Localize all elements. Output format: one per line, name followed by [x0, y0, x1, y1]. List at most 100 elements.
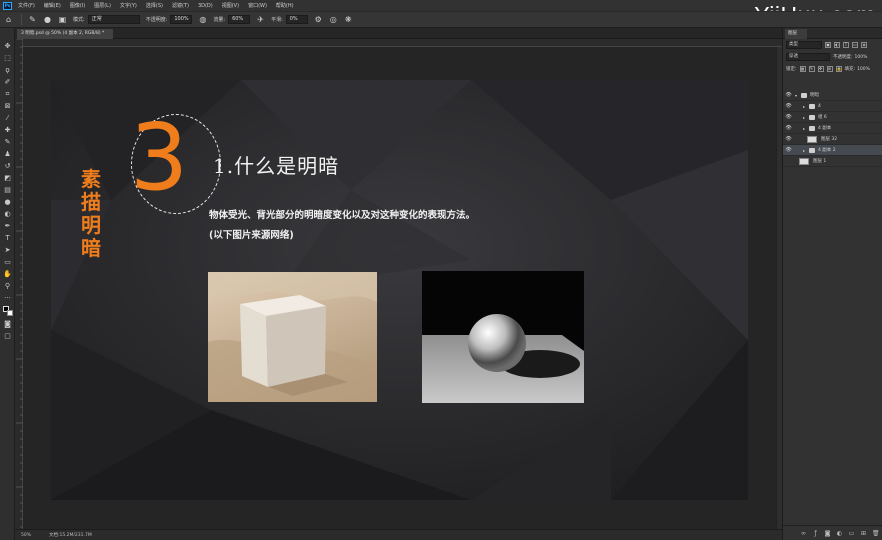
- zoom-icon[interactable]: ⚲: [3, 282, 12, 291]
- ps-logo-icon[interactable]: Ps: [3, 1, 12, 10]
- frame-icon[interactable]: ⊠: [3, 102, 12, 111]
- visibility-eye-icon[interactable]: 👁: [785, 134, 792, 145]
- layer-row[interactable]: 👁 ▸ 4 副本: [783, 123, 882, 134]
- delete-layer-icon[interactable]: 🗑: [872, 530, 880, 537]
- layer-style-icon[interactable]: ƒ: [812, 530, 819, 537]
- visibility-eye-icon[interactable]: 👁: [785, 145, 792, 156]
- visibility-eye-icon[interactable]: 👁: [785, 101, 792, 112]
- fill-value[interactable]: 100%: [857, 67, 870, 72]
- horizontal-ruler[interactable]: [22, 39, 782, 54]
- vertical-ruler[interactable]: [15, 38, 23, 529]
- expand-arrow-icon[interactable]: ▸: [803, 112, 805, 123]
- blend-row: 穿透 不透明度: 100%: [783, 51, 882, 63]
- brush-panel-icon[interactable]: ▣: [58, 15, 67, 24]
- menu-filter[interactable]: 滤镜(T): [172, 2, 189, 9]
- new-group-icon[interactable]: ▭: [848, 530, 855, 537]
- symmetry-icon[interactable]: ❋: [344, 15, 353, 24]
- type-icon[interactable]: T: [3, 234, 12, 243]
- quick-select-icon[interactable]: ✐: [3, 78, 12, 87]
- healing-icon[interactable]: ✚: [3, 126, 12, 135]
- flow-field[interactable]: 60%: [228, 15, 251, 24]
- visibility-eye-icon[interactable]: 👁: [785, 90, 792, 101]
- visibility-eye-icon[interactable]: 👁: [785, 112, 792, 123]
- menu-layer[interactable]: 图层(L): [94, 2, 111, 9]
- link-layers-icon[interactable]: ∞: [800, 530, 807, 537]
- menu-3d[interactable]: 3D(D): [198, 3, 213, 9]
- expand-arrow-icon[interactable]: ▸: [803, 123, 805, 134]
- smart-filter-icon[interactable]: ◈: [861, 42, 867, 48]
- lock-artboard-icon[interactable]: ⊞: [826, 66, 833, 72]
- menu-file[interactable]: 文件(F): [18, 2, 35, 9]
- screen-mode-icon[interactable]: ▢: [3, 332, 12, 341]
- canvas-area[interactable]: 3 素描明暗 1.什么是明暗 物体受光、背光部分的明暗度变化以及对这种变化的表现…: [23, 47, 782, 529]
- menu-window[interactable]: 窗口(W): [248, 2, 267, 9]
- path-select-icon[interactable]: ➤: [3, 246, 12, 255]
- menu-type[interactable]: 文字(Y): [120, 2, 137, 9]
- menu-image[interactable]: 图像(I): [70, 2, 85, 9]
- menu-edit[interactable]: 编辑(E): [44, 2, 61, 9]
- menu-view[interactable]: 视图(V): [222, 2, 239, 9]
- document-info[interactable]: 文档:15.2M/231.7M: [49, 530, 92, 540]
- stamp-icon[interactable]: ♟: [3, 150, 12, 159]
- adjustment-layer-icon[interactable]: ◐: [836, 530, 843, 537]
- pressure-size-icon[interactable]: ◎: [329, 15, 338, 24]
- dodge-icon[interactable]: ◐: [3, 210, 12, 219]
- type-filter-icon[interactable]: T: [843, 42, 849, 48]
- pen-icon[interactable]: ✒: [3, 222, 12, 231]
- document-tab[interactable]: 3 明暗.psd @ 50% (4 副本 2, RGB/8) *: [17, 29, 113, 39]
- pressure-opacity-icon[interactable]: ◍: [198, 15, 207, 24]
- layer-row[interactable]: 👁 图层 32: [783, 134, 882, 145]
- brush-preset-icon[interactable]: ✎: [28, 15, 37, 24]
- blend-mode-select[interactable]: 穿透: [786, 53, 830, 61]
- hand-icon[interactable]: ✋: [3, 270, 12, 279]
- marquee-icon[interactable]: ⬚: [3, 54, 12, 63]
- opacity-field[interactable]: 100%: [170, 15, 193, 24]
- history-brush-icon[interactable]: ↺: [3, 162, 12, 171]
- tab-layers[interactable]: 图层: [785, 29, 807, 39]
- layer-name: 4 副本: [818, 126, 832, 131]
- move-icon[interactable]: ✥: [3, 42, 12, 51]
- layer-row[interactable]: 👁 ▾ 明暗: [783, 90, 882, 101]
- color-swatch-icon[interactable]: [3, 306, 13, 316]
- slide-artboard[interactable]: 3 素描明暗 1.什么是明暗 物体受光、背光部分的明暗度变化以及对这种变化的表现…: [51, 80, 748, 500]
- mode-select[interactable]: 正常: [87, 15, 140, 24]
- layer-mask-icon[interactable]: ◙: [824, 530, 831, 537]
- layer-row[interactable]: 图层 1: [783, 156, 882, 167]
- zoom-level[interactable]: 50%: [21, 530, 31, 540]
- layer-row[interactable]: 👁 ▸ 组 6: [783, 112, 882, 123]
- expand-arrow-icon[interactable]: ▸: [803, 145, 805, 156]
- gradient-icon[interactable]: ▤: [3, 186, 12, 195]
- layer-name: 图层 32: [821, 137, 838, 142]
- shape-filter-icon[interactable]: ▭: [852, 42, 858, 48]
- quick-mask-icon[interactable]: ◙: [3, 320, 12, 329]
- lock-move-icon[interactable]: ✥: [817, 66, 824, 72]
- airbrush-icon[interactable]: ✈: [256, 15, 265, 24]
- smooth-field[interactable]: 0%: [285, 15, 308, 24]
- adjustment-filter-icon[interactable]: ◐: [834, 42, 840, 48]
- layer-opacity-value[interactable]: 100%: [855, 55, 868, 60]
- lock-paint-icon[interactable]: ✎: [808, 66, 815, 72]
- more-icon[interactable]: ···: [3, 294, 12, 303]
- visibility-eye-icon[interactable]: 👁: [785, 123, 792, 134]
- home-icon[interactable]: ⌂: [4, 15, 13, 24]
- pixel-filter-icon[interactable]: ▣: [825, 42, 831, 48]
- eyedropper-icon[interactable]: ⁄: [3, 114, 12, 123]
- crop-icon[interactable]: ⌗: [3, 90, 12, 99]
- shape-icon[interactable]: ▭: [3, 258, 12, 267]
- lock-pixels-icon[interactable]: ▦: [799, 66, 806, 72]
- expand-arrow-icon[interactable]: ▾: [795, 90, 797, 101]
- kind-filter-select[interactable]: 类型: [786, 41, 822, 49]
- expand-arrow-icon[interactable]: ▸: [803, 101, 805, 112]
- menu-select[interactable]: 选择(S): [146, 2, 163, 9]
- lock-all-icon[interactable]: 🔒: [835, 66, 842, 72]
- layer-row[interactable]: 👁 ▸ 4 副本 2: [783, 145, 882, 156]
- layer-row[interactable]: 👁 ▸ 4: [783, 101, 882, 112]
- menu-help[interactable]: 帮助(H): [276, 2, 294, 9]
- brush-icon[interactable]: ✎: [3, 138, 12, 147]
- blur-icon[interactable]: ●: [3, 198, 12, 207]
- new-layer-icon[interactable]: ⊞: [860, 530, 867, 537]
- lasso-icon[interactable]: ϙ: [3, 66, 12, 75]
- brush-size-icon[interactable]: ●: [43, 15, 52, 24]
- eraser-icon[interactable]: ◩: [3, 174, 12, 183]
- gear-icon[interactable]: ⚙: [314, 15, 323, 24]
